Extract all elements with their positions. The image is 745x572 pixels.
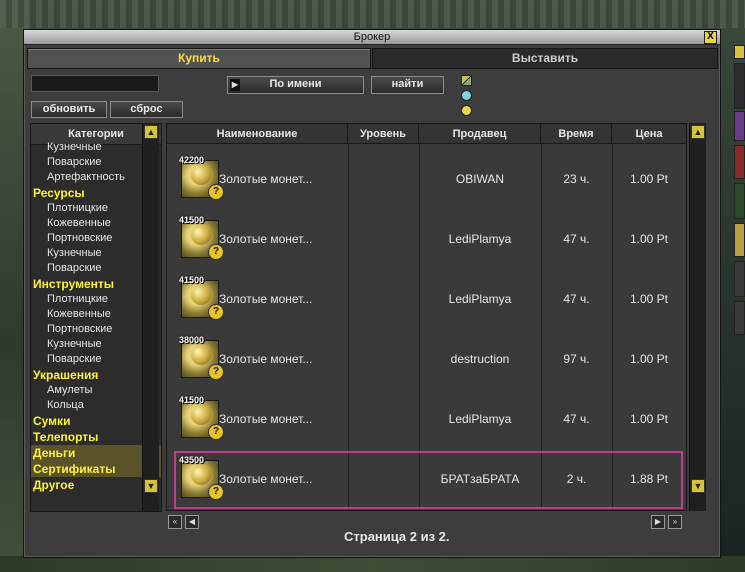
close-button[interactable]: X <box>704 31 717 44</box>
question-icon[interactable]: ? <box>208 184 224 200</box>
item-seller: OBIWAN <box>455 172 505 186</box>
question-icon[interactable]: ? <box>208 484 224 500</box>
table-row-selected[interactable]: 43500 ? Золотые монет... БРАТзаБРАТА 2 ч… <box>173 450 684 510</box>
side-slot-icon[interactable] <box>734 45 745 59</box>
item-quantity: 41500 <box>179 395 205 405</box>
category-scrollbar[interactable]: ▲ ▼ <box>142 123 159 511</box>
item-seller: destruction <box>450 352 510 366</box>
item-time: 2 ч. <box>566 472 587 486</box>
sort-dropdown-label: По имени <box>269 78 322 90</box>
background-scene-bottom <box>0 556 745 572</box>
side-slot-icon[interactable] <box>734 63 745 109</box>
item-quantity: 42200 <box>179 155 205 165</box>
column-header-price[interactable]: Цена <box>612 124 686 144</box>
item-price: 1.88 Pt <box>629 472 669 486</box>
search-input[interactable] <box>31 75 159 92</box>
item-seller: LediPlamya <box>448 412 512 426</box>
item-time: 47 ч. <box>563 412 590 426</box>
window-title: Брокер <box>353 31 391 43</box>
item-time: 47 ч. <box>563 232 590 246</box>
filter-toggle-icon[interactable] <box>461 75 472 86</box>
arrow-down-icon[interactable]: ▼ <box>144 479 158 493</box>
arrow-up-icon[interactable]: ▲ <box>144 125 158 139</box>
question-icon[interactable]: ? <box>208 304 224 320</box>
item-price: 1.00 Pt <box>629 412 669 426</box>
item-time: 97 ч. <box>563 352 590 366</box>
question-icon[interactable]: ? <box>208 244 224 260</box>
column-header-seller[interactable]: Продавец <box>419 124 541 144</box>
table-row[interactable]: 41500 ? Золотые монет... LediPlamya 47 ч… <box>167 270 686 330</box>
arrow-up-icon[interactable]: ▲ <box>691 125 705 139</box>
item-name: Золотые монет... <box>219 292 313 306</box>
item-name: Золотые монет... <box>219 412 313 426</box>
side-slot-icon[interactable] <box>734 111 745 141</box>
item-time: 23 ч. <box>563 172 590 186</box>
item-time: 47 ч. <box>563 292 590 306</box>
item-quantity: 38000 <box>179 335 205 345</box>
table-scrollbar[interactable]: ▲ ▼ <box>689 123 706 511</box>
question-icon[interactable]: ? <box>208 364 224 380</box>
item-seller: LediPlamya <box>448 292 512 306</box>
page-indicator: Страница 2 из 2. <box>344 529 450 544</box>
item-quantity: 41500 <box>179 215 205 225</box>
side-slot-icon[interactable] <box>734 183 745 219</box>
arrow-down-icon[interactable]: ▼ <box>691 479 705 493</box>
next-page-icon[interactable]: ▶ <box>651 515 665 529</box>
close-icon: X <box>707 31 714 42</box>
find-button[interactable]: найти <box>371 76 444 94</box>
column-header-level[interactable]: Уровень <box>348 124 419 144</box>
prev-page-icon[interactable]: ◀ <box>185 515 199 529</box>
item-seller: LediPlamya <box>448 232 512 246</box>
side-slot-icon[interactable] <box>734 261 745 297</box>
table-row[interactable]: 41500 ? Золотые монет... LediPlamya 47 ч… <box>167 210 686 270</box>
item-quantity: 43500 <box>179 455 205 465</box>
tab-sell[interactable]: Выставить <box>372 48 718 69</box>
item-quantity: 41500 <box>179 275 205 285</box>
item-name: Золотые монет... <box>219 352 313 366</box>
question-icon[interactable]: ? <box>208 424 224 440</box>
item-price: 1.00 Pt <box>629 172 669 186</box>
tab-buy[interactable]: Купить <box>27 48 371 69</box>
window-titlebar[interactable]: Брокер X <box>24 30 720 45</box>
item-price: 1.00 Pt <box>629 292 669 306</box>
side-slot-icon[interactable] <box>734 301 745 335</box>
broker-window: Брокер X Купить Выставить ▶ По имени най… <box>23 29 721 558</box>
background-scene-top <box>0 0 745 28</box>
filter-circle-yellow-icon[interactable] <box>461 105 472 116</box>
item-name: Золотые монет... <box>219 232 313 246</box>
item-price: 1.00 Pt <box>629 352 669 366</box>
table-row[interactable]: 38000 ? Золотые монет... destruction 97 … <box>167 330 686 390</box>
side-slot-icon[interactable] <box>734 145 745 179</box>
side-toolbar <box>734 45 745 515</box>
item-price: 1.00 Pt <box>629 232 669 246</box>
table-row[interactable]: 41500 ? Золотые монет... LediPlamya 47 ч… <box>167 390 686 450</box>
item-name: Золотые монет... <box>219 472 313 486</box>
listings-table: Наименование Уровень Продавец Время Цена… <box>166 123 687 511</box>
filter-circle-cyan-icon[interactable] <box>461 90 472 101</box>
last-page-icon[interactable]: » <box>668 515 682 529</box>
dropdown-arrow-icon: ▶ <box>230 79 240 91</box>
refresh-button[interactable]: обновить <box>31 101 107 118</box>
table-row[interactable]: 42200 ? Золотые монет... OBIWAN 23 ч. 1.… <box>167 150 686 210</box>
column-header-time[interactable]: Время <box>541 124 612 144</box>
item-seller: БРАТзаБРАТА <box>440 472 520 486</box>
column-header-name[interactable]: Наименование <box>167 124 348 144</box>
sort-dropdown[interactable]: ▶ По имени <box>227 76 364 94</box>
item-name: Золотые монет... <box>219 172 313 186</box>
reset-button[interactable]: сброс <box>110 101 183 118</box>
side-slot-icon[interactable] <box>734 223 745 257</box>
first-page-icon[interactable]: « <box>168 515 182 529</box>
